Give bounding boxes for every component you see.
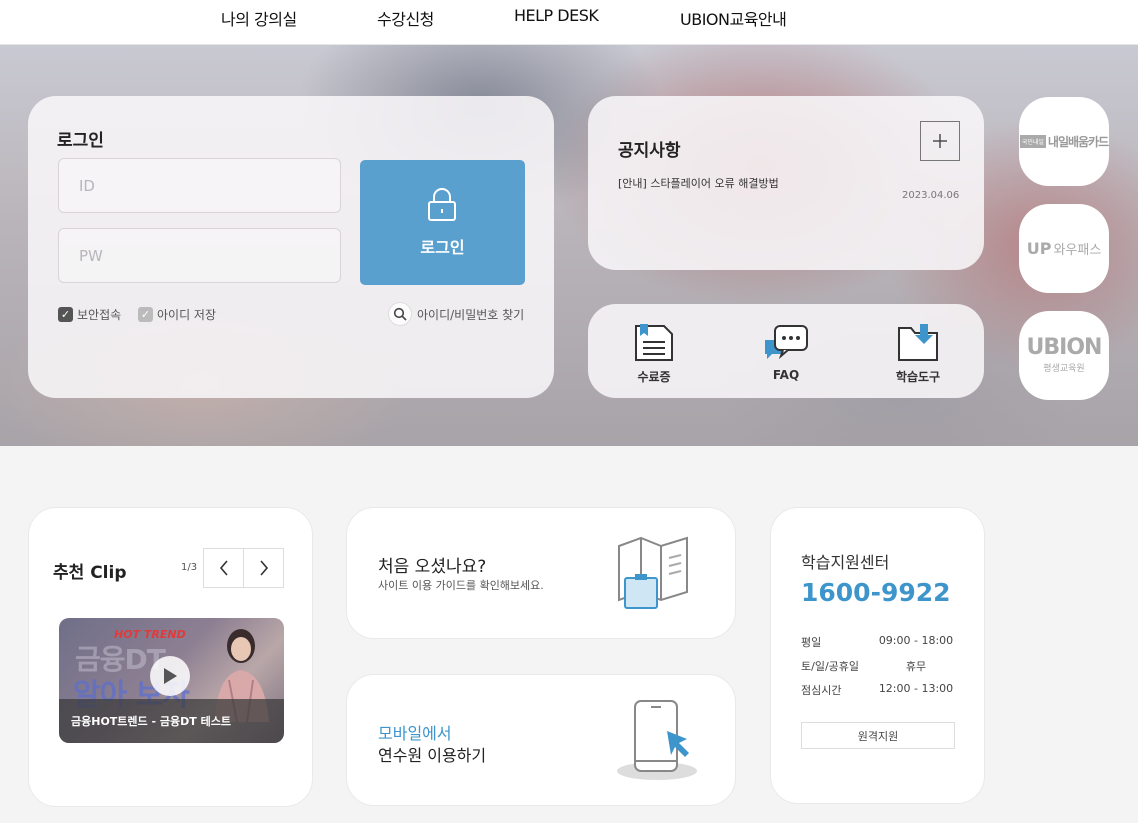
save-id-label: 아이디 저장 (157, 308, 217, 322)
learning-support-panel: 학습지원센터 1600-9922 평일 09:00 - 18:00 토/일/공휴… (770, 507, 985, 804)
first-visit-title: 처음 오셨나요? (378, 557, 487, 577)
study-tools-link[interactable]: 학습도구 (878, 324, 958, 385)
find-id-password-label: 아이디/비밀번호 찾기 (417, 307, 525, 322)
clip-page-indicator: 1/3 (181, 562, 198, 573)
notice-date: 2023.04.06 (902, 190, 960, 201)
lock-icon (427, 188, 457, 226)
wowpass-logo: UP 와우패스 (1026, 239, 1102, 258)
certificate-icon (635, 324, 673, 361)
clip-caption: 금융HOT트렌드 - 금융DT 테스트 (59, 699, 284, 743)
clip-next-button[interactable] (243, 548, 284, 588)
secure-login-label: 보안접속 (77, 308, 122, 322)
id-field-wrapper (58, 158, 341, 213)
wowpass-mark-icon: UP (1026, 239, 1052, 258)
naeil-card-logo: 국민내일 내일배움카드 (1019, 135, 1109, 149)
naeil-card-badge[interactable]: 국민내일 내일배움카드 (1019, 97, 1109, 186)
find-id-password-link[interactable]: 아이디/비밀번호 찾기 (388, 302, 524, 326)
notice-panel: 공지사항 [안내] 스타플레이어 오류 해결방법 2023.04.06 (588, 96, 984, 270)
pw-input[interactable] (59, 229, 340, 282)
checkmark-icon: ✓ (138, 307, 153, 322)
chevron-left-icon (219, 560, 228, 576)
clip-video-thumbnail[interactable]: HOT TREND 금융DT 알아 보자 금융HOT트렌드 - 금융DT 테스트 (59, 618, 284, 743)
nav-ubion-info[interactable]: UBION교육안내 (680, 6, 787, 30)
support-hours-value: 12:00 - 13:00 (878, 682, 954, 695)
mobile-usage-card[interactable]: 모바일에서 연수원 이용하기 (346, 674, 736, 806)
phone-icon (617, 700, 697, 780)
login-button[interactable]: 로그인 (360, 160, 525, 285)
wowpass-badge[interactable]: UP 와우패스 (1019, 204, 1109, 293)
clip-title: 추천 Clip (53, 563, 127, 583)
pw-field-wrapper (58, 228, 341, 283)
login-panel: 로그인 로그인 ✓ 보안접속 ✓ 아이디 저장 (28, 96, 554, 398)
support-hours-label: 토/일/공휴일 (801, 660, 860, 673)
id-input[interactable] (59, 159, 340, 212)
support-title: 학습지원센터 (801, 553, 890, 572)
nav-course-registration[interactable]: 수강신청 (377, 6, 434, 30)
nav-my-classroom[interactable]: 나의 강의실 (221, 6, 297, 30)
login-title: 로그인 (57, 131, 104, 151)
faq-link[interactable]: FAQ (746, 324, 826, 382)
certificate-label: 수료증 (637, 370, 671, 384)
ubion-logo-text: UBION (1026, 335, 1103, 360)
support-hours-value: 09:00 - 18:00 (878, 634, 954, 647)
map-guide-icon (618, 536, 688, 609)
mobile-line-2: 연수원 이용하기 (378, 746, 487, 765)
faq-label: FAQ (772, 368, 800, 382)
support-hours-label: 점심시간 (801, 684, 842, 697)
login-button-label: 로그인 (420, 238, 465, 257)
plus-icon (933, 134, 947, 148)
folder-download-icon (898, 324, 938, 361)
study-tools-label: 학습도구 (895, 370, 941, 384)
clip-prev-button[interactable] (203, 548, 244, 588)
search-icon (388, 302, 412, 326)
notice-more-button[interactable] (920, 121, 960, 161)
certificate-link[interactable]: 수료증 (614, 324, 694, 385)
first-visit-guide-card[interactable]: 처음 오셨나요? 사이트 이용 가이드를 확인해보세요. (346, 507, 736, 639)
save-id-checkbox[interactable]: ✓ 아이디 저장 (138, 306, 216, 323)
quick-links-panel: 수료증 FAQ 학습도구 (588, 304, 984, 398)
notice-title: 공지사항 (618, 141, 681, 161)
secure-login-checkbox[interactable]: ✓ 보안접속 (58, 306, 121, 323)
play-icon (150, 656, 190, 696)
first-visit-subtitle: 사이트 이용 가이드를 확인해보세요. (378, 579, 544, 592)
recommended-clip-panel: 추천 Clip 1/3 HOT TREND 금융DT 알아 보자 금융HOT트렌… (28, 507, 313, 807)
ubion-logo-sub: 평생교육원 (1043, 364, 1085, 374)
chevron-right-icon (259, 560, 268, 576)
support-hours-label: 평일 (801, 636, 822, 649)
notice-item-link[interactable]: [안내] 스타플레이어 오류 해결방법 (618, 175, 779, 191)
checkmark-icon: ✓ (58, 307, 73, 322)
ubion-badge[interactable]: UBION 평생교육원 (1019, 311, 1109, 400)
nav-help-desk[interactable]: HELP DESK (514, 6, 599, 25)
remote-support-button[interactable]: 원격지원 (801, 722, 955, 749)
support-hours-value: 휴무 (905, 660, 927, 673)
support-phone: 1600-9922 (801, 578, 951, 607)
mobile-line-1: 모바일에서 (378, 724, 452, 743)
chat-icon (765, 325, 808, 360)
hero-banner: 로그인 로그인 ✓ 보안접속 ✓ 아이디 저장 (0, 45, 1138, 446)
top-navigation: 나의 강의실 수강신청 HELP DESK UBION교육안내 (0, 0, 1138, 45)
